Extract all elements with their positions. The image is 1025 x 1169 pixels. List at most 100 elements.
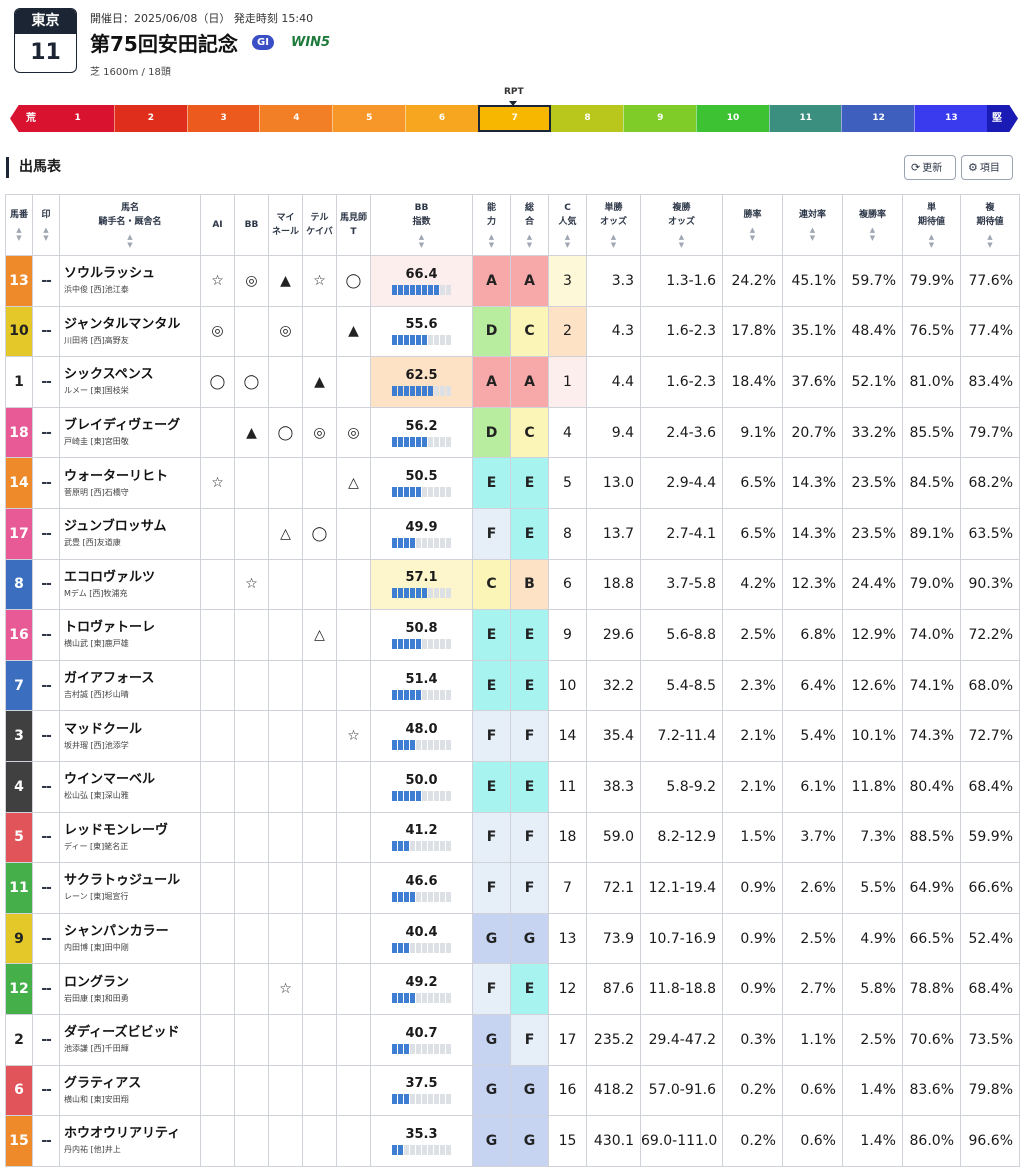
col-umaban[interactable]: 馬番 ▲ ▼	[5, 194, 33, 256]
col-mark[interactable]: 印 ▲ ▼	[32, 194, 60, 256]
table-row[interactable]: 5 -- レッドモンレーヴ ディー [東]蛯名正 41.2 F F 18 59.0 8.2-12.…	[5, 811, 1020, 864]
mark-select[interactable]: --	[32, 558, 60, 611]
horse-name[interactable]: レッドモンレーヴ	[64, 822, 200, 840]
col-c-ninki[interactable]: C 人気 ▲ ▼	[548, 194, 587, 256]
horse-name[interactable]: ロングラン	[64, 974, 200, 992]
ability-grade: E	[472, 457, 511, 509]
horse-name[interactable]: グラティアス	[64, 1075, 200, 1093]
bb-index-cell: 40.7	[370, 1013, 473, 1066]
col-win-rate[interactable]: 勝率 ▲ ▼	[722, 194, 783, 256]
table-row[interactable]: 2 -- ダディーズビビッド 池添謙 [西]千田輝 40.7 G F 17 235.2 29.4-…	[5, 1013, 1020, 1066]
mark-select[interactable]: --	[32, 507, 60, 560]
mark-select[interactable]: --	[32, 356, 60, 408]
table-row[interactable]: 12 -- ロングラン 岩田康 [東]和田勇 ☆ 49.2 F E 12 87.6 11.8-18.…	[5, 963, 1020, 1015]
col-bb-index[interactable]: BB 指数 ▲ ▼	[370, 194, 473, 256]
horse-name-cell[interactable]: ブレイディヴェーグ 戸崎圭 [東]宮田敬	[59, 406, 201, 459]
horse-name[interactable]: ガイアフォース	[64, 670, 200, 688]
horse-name[interactable]: シャンパンカラー	[64, 923, 200, 941]
table-row[interactable]: 3 -- マッドクール 坂井瑠 [西]池添学 ☆ 48.0 F F 14 35.4 7.2-11.4…	[5, 710, 1020, 762]
horse-name-cell[interactable]: マッドクール 坂井瑠 [西]池添学	[59, 710, 201, 762]
table-row[interactable]: 14 -- ウォーターリヒト 菅原明 [西]石橋守 ☆ △ 50.5 E E 5 13.0 2.9-4…	[5, 457, 1020, 509]
horse-name[interactable]: ダディーズビビッド	[64, 1024, 200, 1042]
table-row[interactable]: 8 -- エコロヴァルツ Mデム [西]牧浦充 ☆ 57.1 C B 6 18.8 3.7-5.8 4…	[5, 558, 1020, 611]
horse-name-cell[interactable]: トロヴァトーレ 横山武 [東]鹿戸雄	[59, 609, 201, 661]
col-quinella-rate[interactable]: 連対率 ▲ ▼	[782, 194, 843, 256]
col-ai[interactable]: AI	[200, 194, 235, 256]
horse-name-cell[interactable]: レッドモンレーヴ ディー [東]蛯名正	[59, 811, 201, 864]
table-row[interactable]: 1 -- シックスペンス ルメー [東]国枝栄 ◯ ◯ ▲ 62.5 A A 1 4.4 1.6-2.3…	[5, 356, 1020, 408]
col-win-odds[interactable]: 単勝 オッズ ▲ ▼	[586, 194, 641, 256]
mark-select[interactable]: --	[32, 609, 60, 661]
horse-name-cell[interactable]: ジャンタルマンタル 川田将 [西]高野友	[59, 305, 201, 358]
horse-name-cell[interactable]: ガイアフォース 吉村誠 [西]杉山晴	[59, 659, 201, 712]
col-place-odds[interactable]: 複勝 オッズ ▲ ▼	[640, 194, 723, 256]
columns-button[interactable]: ⚙ 項目	[961, 155, 1013, 180]
col-total[interactable]: 総合 ▲ ▼	[510, 194, 549, 256]
table-row[interactable]: 9 -- シャンパンカラー 内田博 [東]田中剛 40.4 G G 13 73.9 10.7-16…	[5, 912, 1020, 965]
horse-name[interactable]: マッドクール	[64, 721, 200, 739]
col-win-ev[interactable]: 単期待値 ▲ ▼	[902, 194, 961, 256]
horse-name[interactable]: シックスペンス	[64, 366, 200, 384]
col-ability[interactable]: 能力 ▲ ▼	[472, 194, 511, 256]
horse-name-cell[interactable]: シックスペンス ルメー [東]国枝栄	[59, 356, 201, 408]
ability-grade: G	[472, 1013, 511, 1066]
horse-name[interactable]: エコロヴァルツ	[64, 569, 200, 587]
table-row[interactable]: 6 -- グラティアス 横山和 [東]安田翔 37.5 G G 16 418.2 57.0-91.…	[5, 1064, 1020, 1117]
col-telkeiba[interactable]: テル ケイバ	[302, 194, 337, 256]
horse-name[interactable]: ブレイディヴェーグ	[64, 417, 200, 435]
horse-name-cell[interactable]: ソウルラッシュ 浜中俊 [西]池江泰	[59, 255, 201, 307]
mark-select[interactable]: --	[32, 811, 60, 864]
col-place-ev[interactable]: 複期待値 ▲ ▼	[960, 194, 1020, 256]
table-row[interactable]: 17 -- ジュンブロッサム 武豊 [西]友道康 △ ◯ 49.9 F E 8 13.7 2.7-4.…	[5, 507, 1020, 560]
col-bb[interactable]: BB	[234, 194, 269, 256]
table-row[interactable]: 18 -- ブレイディヴェーグ 戸崎圭 [東]宮田敬 ▲ ◯ ◎ ◎ 56.2 D C 4 9.4 2.4…	[5, 406, 1020, 459]
horse-name[interactable]: トロヴァトーレ	[64, 619, 200, 637]
mark-select[interactable]: --	[32, 963, 60, 1015]
col-place-rate[interactable]: 複勝率 ▲ ▼	[842, 194, 903, 256]
horse-name-cell[interactable]: エコロヴァルツ Mデム [西]牧浦充	[59, 558, 201, 611]
mark-select[interactable]: --	[32, 406, 60, 459]
col-pro[interactable]: 馬見師 T	[336, 194, 371, 256]
table-row[interactable]: 11 -- サクラトゥジュール レーン [東]堀宣行 46.6 F F 7 72.1 12.1-1…	[5, 862, 1020, 914]
c-ninki: 12	[548, 963, 587, 1015]
horse-name-cell[interactable]: ウォーターリヒト 菅原明 [西]石橋守	[59, 457, 201, 509]
table-row[interactable]: 7 -- ガイアフォース 吉村誠 [西]杉山晴 51.4 E E 10 32.2 5.4-8.5 2…	[5, 659, 1020, 712]
mark-select[interactable]: --	[32, 255, 60, 307]
mark-select[interactable]: --	[32, 912, 60, 965]
horse-name-cell[interactable]: ホウオウリアリティ 丹内祐 [他]井上	[59, 1115, 201, 1167]
table-row[interactable]: 15 -- ホウオウリアリティ 丹内祐 [他]井上 35.3 G G 15 430.1 69.0-…	[5, 1115, 1020, 1167]
mark-select[interactable]: --	[32, 1013, 60, 1066]
horse-name-cell[interactable]: シャンパンカラー 内田博 [東]田中剛	[59, 912, 201, 965]
columns-label: 項目	[979, 163, 1000, 174]
horse-name[interactable]: ジュンブロッサム	[64, 518, 200, 536]
horse-name[interactable]: ジャンタルマンタル	[64, 316, 200, 334]
table-row[interactable]: 16 -- トロヴァトーレ 横山武 [東]鹿戸雄 △ 50.8 E E 9 29.6 5.6-8.8…	[5, 609, 1020, 661]
table-row[interactable]: 4 -- ウインマーベル 松山弘 [東]深山雅 50.0 E E 11 38.3 5.8-9.2 2…	[5, 760, 1020, 813]
horse-name[interactable]: ホウオウリアリティ	[64, 1125, 200, 1143]
table-row[interactable]: 10 -- ジャンタルマンタル 川田将 [西]高野友 ◎ ◎ ▲ 55.6 D C 2 4.3 1.6-…	[5, 305, 1020, 358]
mark-select[interactable]: --	[32, 710, 60, 762]
mark-select[interactable]: --	[32, 760, 60, 813]
horse-name-cell[interactable]: サクラトゥジュール レーン [東]堀宣行	[59, 862, 201, 914]
win-odds: 73.9	[586, 912, 641, 965]
horse-name[interactable]: ウインマーベル	[64, 771, 200, 789]
horse-name-cell[interactable]: ウインマーベル 松山弘 [東]深山雅	[59, 760, 201, 813]
col-horse-name[interactable]: 馬名 騎手名・厩舎名 ▲ ▼	[59, 194, 201, 256]
col-mileneel[interactable]: マイ ネール	[268, 194, 303, 256]
mark-select[interactable]: --	[32, 1115, 60, 1167]
mark-select[interactable]: --	[32, 305, 60, 358]
refresh-button[interactable]: ⟳ 更新	[904, 155, 956, 180]
horse-name-cell[interactable]: ジュンブロッサム 武豊 [西]友道康	[59, 507, 201, 560]
horse-name[interactable]: ウォーターリヒト	[64, 468, 200, 486]
horse-name[interactable]: サクラトゥジュール	[64, 872, 200, 890]
horse-name-cell[interactable]: ロングラン 岩田康 [東]和田勇	[59, 963, 201, 1015]
horse-name-cell[interactable]: ダディーズビビッド 池添謙 [西]千田輝	[59, 1013, 201, 1066]
horse-name[interactable]: ソウルラッシュ	[64, 265, 200, 283]
mark-select[interactable]: --	[32, 457, 60, 509]
umaban-cell: 14	[5, 457, 33, 509]
horse-name-cell[interactable]: グラティアス 横山和 [東]安田翔	[59, 1064, 201, 1117]
mark-select[interactable]: --	[32, 659, 60, 712]
mark-select[interactable]: --	[32, 1064, 60, 1117]
mark-select[interactable]: --	[32, 862, 60, 914]
table-row[interactable]: 13 -- ソウルラッシュ 浜中俊 [西]池江泰 ☆ ◎ ▲ ☆ ◯ 66.4 A A 3 3.3 1.3-…	[5, 255, 1020, 307]
